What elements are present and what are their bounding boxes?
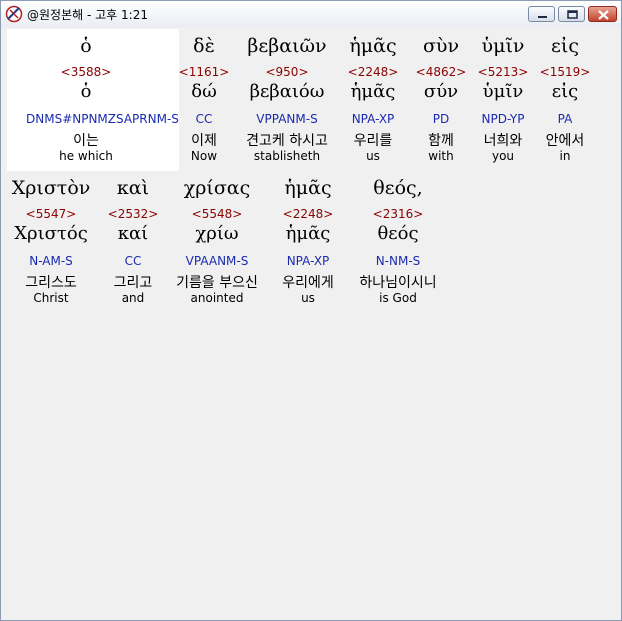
korean-gloss: 안에서 <box>545 133 585 149</box>
parsing-code: PA <box>557 112 573 126</box>
parsing-code: N-NM-S <box>375 254 421 268</box>
maximize-icon <box>567 10 578 19</box>
greek-word: εἰς <box>551 35 579 57</box>
strong-number: <3588> <box>60 65 112 79</box>
strong-number: <2316> <box>372 207 424 221</box>
greek-word: ὁ <box>80 35 92 57</box>
korean-gloss: 하나님이시니 <box>359 275 437 291</box>
korean-gloss: 이는 <box>73 133 99 149</box>
app-window: @원정본해 - 고후 1:21 ὁ <3588> ὁ DNMS#NPNMZSAP… <box>0 0 622 621</box>
window-title: @원정본해 - 고후 1:21 <box>27 8 148 22</box>
english-gloss: in <box>559 149 571 163</box>
greek-word: θεός, <box>373 177 423 199</box>
english-gloss: is God <box>379 291 417 305</box>
minimize-icon <box>538 16 547 18</box>
english-gloss: he which <box>59 149 113 163</box>
lemma: εἰς <box>551 81 579 102</box>
close-icon <box>598 10 609 20</box>
lemma: ὁ <box>80 81 92 102</box>
title-bar[interactable]: @원정본해 - 고후 1:21 <box>1 1 621 27</box>
lemma: θεός <box>377 223 419 244</box>
strong-number: <1519> <box>539 65 591 79</box>
close-button[interactable] <box>588 6 617 22</box>
interlinear-view: ὁ <3588> ὁ DNMS#NPNMZSAPRNM-S 이는 he whic… <box>7 29 617 615</box>
app-logo-icon <box>5 5 23 23</box>
maximize-button[interactable] <box>558 6 585 22</box>
parsing-code: DNMS#NPNMZSAPRNM-S <box>26 112 179 126</box>
minimize-button[interactable] <box>528 6 555 22</box>
